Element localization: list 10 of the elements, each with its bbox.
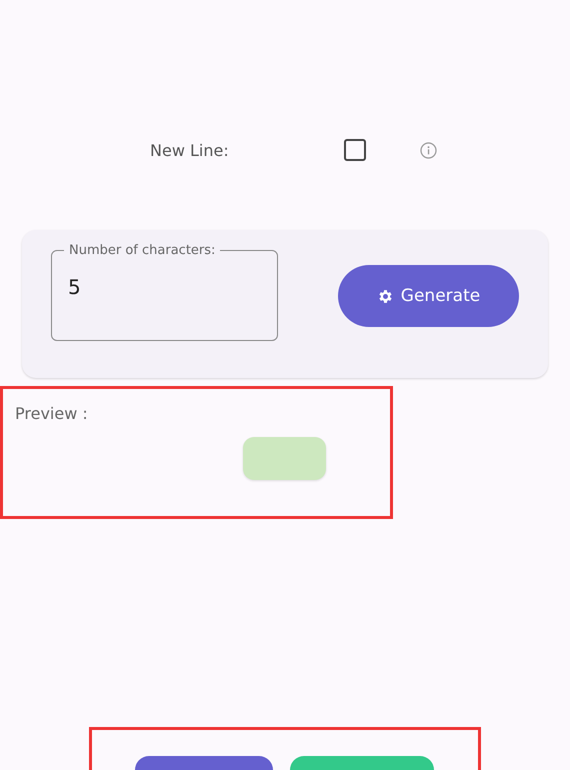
character-count-field[interactable]: Number of characters: 5 (51, 243, 278, 341)
generate-button[interactable]: Generate (338, 265, 519, 327)
info-icon[interactable] (420, 142, 437, 158)
gear-icon (376, 288, 394, 304)
new-line-checkbox[interactable] (344, 139, 366, 161)
preview-label: Preview : (15, 404, 88, 423)
action-button[interactable] (135, 756, 273, 770)
count-input[interactable]: 5 (68, 275, 218, 299)
new-line-label: New Line: (150, 140, 230, 160)
field-label: Number of characters: (68, 243, 216, 258)
